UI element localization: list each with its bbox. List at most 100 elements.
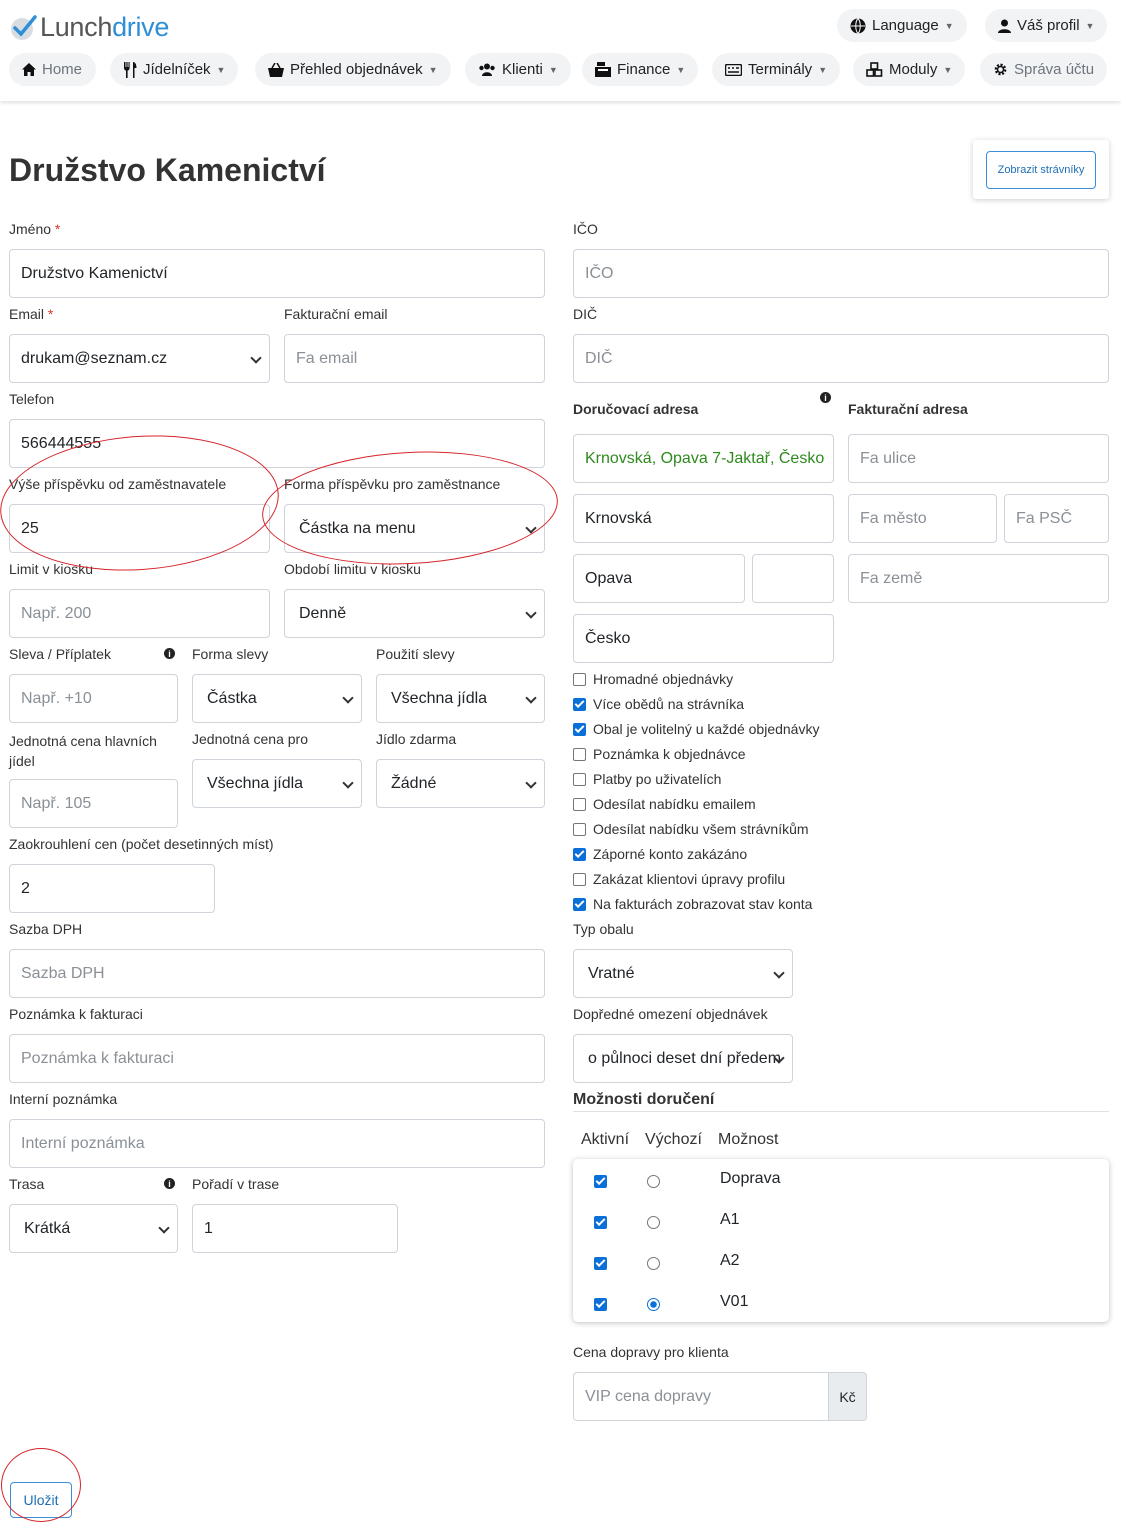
delivery-options-title: Možnosti doručení <box>573 1091 715 1108</box>
delivery-price-field[interactable]: VIP cena dopravy <box>573 1372 829 1421</box>
checkbox[interactable] <box>573 822 586 836</box>
nav-clients-label: Klienti <box>502 61 543 78</box>
nav-terminals[interactable]: Terminály ▼ <box>712 53 841 86</box>
profile-label: Váš profil <box>1017 17 1080 34</box>
checkbox[interactable] <box>573 847 586 861</box>
delivery-options-table: Doprava A1 A2 V01 <box>573 1159 1109 1322</box>
info-icon[interactable]: i <box>164 1178 175 1189</box>
show-diners-button[interactable]: Zobrazit strávníky <box>986 151 1096 189</box>
delivery-address-autocomplete[interactable]: Krnovská, Opava 7-Jaktař, Česko <box>573 434 834 483</box>
delivery-zip-field[interactable] <box>752 554 834 603</box>
name-field[interactable]: Družstvo Kamenictví <box>9 249 545 298</box>
discount-form-select[interactable]: Částka <box>192 674 362 723</box>
vat-field[interactable]: Sazba DPH <box>9 949 545 998</box>
billing-country-field[interactable]: Fa země <box>848 554 1109 603</box>
order-limit-label: Dopředné omezení objednávek <box>573 1006 768 1022</box>
delivery-street-field[interactable]: Krnovská <box>573 494 834 543</box>
contribution-form-select[interactable]: Částka na menu <box>284 504 545 553</box>
nav-orders-label: Přehled objednávek <box>290 61 423 78</box>
active-checkbox[interactable] <box>594 1298 607 1311</box>
free-meal-select[interactable]: Žádné <box>376 759 545 808</box>
nav-account[interactable]: Správa účtu <box>980 53 1108 86</box>
active-checkbox[interactable] <box>594 1175 607 1188</box>
rounding-field[interactable]: 2 <box>9 864 215 913</box>
checkbox[interactable] <box>573 722 586 736</box>
dic-field[interactable]: DIČ <box>573 334 1109 383</box>
billing-zip-field[interactable]: Fa PSČ <box>1004 494 1109 543</box>
chevron-down-icon <box>525 692 537 704</box>
billing-address-label: Fakturační adresa <box>848 401 968 417</box>
checkbox[interactable] <box>573 697 586 711</box>
option-row[interactable]: Platby po uživatelích <box>573 769 721 789</box>
contribution-field[interactable]: 25 <box>9 504 270 553</box>
table-row: A1 <box>573 1208 1109 1248</box>
billing-city-field[interactable]: Fa město <box>848 494 997 543</box>
nav-clients[interactable]: Klienti ▼ <box>465 53 571 86</box>
checkbox[interactable] <box>573 747 586 761</box>
discount-use-select[interactable]: Všechna jídla <box>376 674 545 723</box>
option-row[interactable]: Poznámka k objednávce <box>573 744 746 764</box>
order-limit-select[interactable]: o půlnoci deset dní předem <box>573 1034 793 1083</box>
option-row[interactable]: Odesílat nabídku emailem <box>573 794 756 814</box>
nav-menu[interactable]: Jídelníček ▼ <box>110 53 239 86</box>
language-dropdown[interactable]: Language ▼ <box>837 9 967 42</box>
invoice-note-field[interactable]: Poznámka k fakturaci <box>9 1034 545 1083</box>
nav-orders[interactable]: Přehled objednávek ▼ <box>255 53 451 86</box>
option-row[interactable]: Více obědů na strávníka <box>573 694 744 714</box>
option-row[interactable]: Obal je volitelný u každé objednávky <box>573 719 819 739</box>
default-radio[interactable] <box>647 1216 660 1229</box>
option-name: A1 <box>720 1211 740 1228</box>
ico-field[interactable]: IČO <box>573 249 1109 298</box>
billing-email-field[interactable]: Fa email <box>284 334 545 383</box>
default-radio[interactable] <box>647 1257 660 1270</box>
info-icon[interactable]: i <box>820 392 831 403</box>
lunchdrive-logo[interactable]: Lunch drive <box>8 10 169 44</box>
billing-street-field[interactable]: Fa ulice <box>848 434 1109 483</box>
route-order-field[interactable]: 1 <box>192 1204 398 1253</box>
table-row: V01 <box>573 1290 1109 1322</box>
option-row[interactable]: Zakázat klientovi úpravy profilu <box>573 869 785 889</box>
nav-modules[interactable]: Moduly ▼ <box>853 53 966 86</box>
chevron-down-icon <box>525 607 537 619</box>
unit-price-field[interactable]: Např. 105 <box>9 779 178 828</box>
nav-finance[interactable]: Finance ▼ <box>582 53 699 86</box>
discount-field[interactable]: Např. +10 <box>9 674 178 723</box>
active-checkbox[interactable] <box>594 1216 607 1229</box>
kiosk-period-label: Období limitu v kiosku <box>284 561 421 577</box>
package-type-select[interactable]: Vratné <box>573 949 793 998</box>
active-checkbox[interactable] <box>594 1257 607 1270</box>
info-icon[interactable]: i <box>164 648 175 659</box>
default-radio[interactable] <box>647 1175 660 1188</box>
default-radio[interactable] <box>647 1298 660 1311</box>
kiosk-period-select[interactable]: Denně <box>284 589 545 638</box>
unit-price-label: Jednotná cena hlavních jídel <box>9 733 157 769</box>
checkbox[interactable] <box>573 772 586 786</box>
kiosk-limit-field[interactable]: Např. 200 <box>9 589 270 638</box>
chevron-down-icon <box>342 692 354 704</box>
option-row[interactable]: Hromadné objednávky <box>573 669 733 689</box>
gear-icon <box>993 62 1008 77</box>
checkbox[interactable] <box>573 672 586 686</box>
billing-email-label: Fakturační email <box>284 306 388 322</box>
checkbox[interactable] <box>573 797 586 811</box>
save-button[interactable]: Uložit <box>10 1482 72 1518</box>
delivery-country-field[interactable]: Česko <box>573 614 834 663</box>
chevron-down-icon: ▼ <box>676 64 686 75</box>
nav-home[interactable]: Home <box>9 53 96 86</box>
checkbox[interactable] <box>573 897 586 911</box>
unit-price-for-label: Jednotná cena pro <box>192 731 308 747</box>
route-select[interactable]: Krátká <box>9 1204 178 1253</box>
unit-price-for-select[interactable]: Všechna jídla <box>192 759 362 808</box>
delivery-city-field[interactable]: Opava <box>573 554 745 603</box>
option-row[interactable]: Záporné konto zakázáno <box>573 844 747 864</box>
phone-label: Telefon <box>9 391 55 407</box>
phone-field[interactable]: 566444555 <box>9 419 545 468</box>
option-row[interactable]: Na fakturách zobrazovat stav konta <box>573 894 812 914</box>
checkbox[interactable] <box>573 872 586 886</box>
option-row[interactable]: Odesílat nabídku všem strávníkům <box>573 819 809 839</box>
email-select[interactable]: drukam@seznam.cz <box>9 334 270 383</box>
internal-note-field[interactable]: Interní poznámka <box>9 1119 545 1168</box>
cash-register-icon <box>595 62 611 77</box>
chevron-down-icon: ▼ <box>943 64 953 75</box>
profile-dropdown[interactable]: Váš profil ▼ <box>985 9 1108 42</box>
